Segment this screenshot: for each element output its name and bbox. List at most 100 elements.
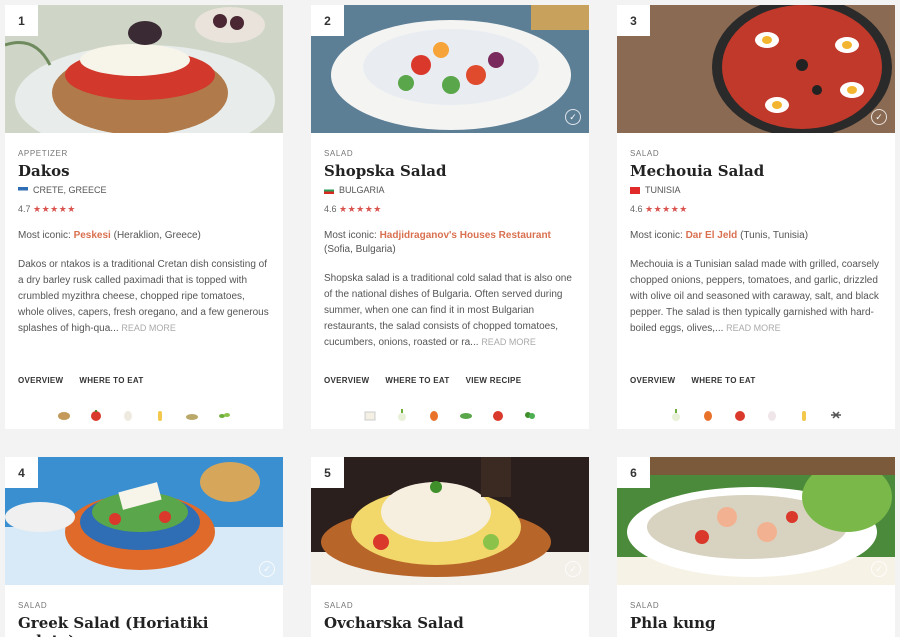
card-links: OVERVIEW WHERE TO EAT VIEW RECIPE xyxy=(324,376,521,385)
most-iconic: Most iconic: Dar El Jeld (Tunis, Tunisia… xyxy=(630,230,809,241)
rank-badge: 4 xyxy=(5,457,38,488)
read-more-link[interactable]: READ MORE xyxy=(121,323,176,333)
onion-icon[interactable] xyxy=(395,408,409,422)
rank-badge: 2 xyxy=(311,5,344,36)
rank-badge: 5 xyxy=(311,457,344,488)
category-label: SALAD xyxy=(630,601,660,610)
flag-bulgaria-icon xyxy=(324,186,334,194)
flag-tunisia-icon xyxy=(630,186,640,194)
view-recipe-link[interactable]: VIEW RECIPE xyxy=(466,376,522,385)
country-row[interactable]: CRETE, GREECE xyxy=(18,185,270,195)
where-to-eat-link[interactable]: WHERE TO EAT xyxy=(79,376,143,385)
dish-image[interactable]: 2 ✓ xyxy=(311,5,589,133)
overview-link[interactable]: OVERVIEW xyxy=(18,376,63,385)
dakos-image xyxy=(5,5,283,133)
stars-icon: ★★★★★ xyxy=(645,204,688,214)
where-to-eat-link[interactable]: WHERE TO EAT xyxy=(691,376,755,385)
cheese-icon[interactable] xyxy=(363,408,377,422)
read-more-link[interactable]: READ MORE xyxy=(481,337,536,347)
dish-title[interactable]: Shopska Salad xyxy=(324,162,576,180)
overview-link[interactable]: OVERVIEW xyxy=(630,376,675,385)
ingredients-row xyxy=(311,408,589,422)
check-icon[interactable]: ✓ xyxy=(259,561,275,577)
country-row[interactable]: TUNISIA xyxy=(630,185,882,195)
dish-description: Mechouia is a Tunisian salad made with g… xyxy=(630,259,880,334)
tomato-icon[interactable] xyxy=(491,408,505,422)
check-icon[interactable]: ✓ xyxy=(565,109,581,125)
category-label: SALAD xyxy=(324,601,354,610)
dish-description: Dakos or ntakos is a traditional Cretan … xyxy=(18,259,269,334)
rusk-icon[interactable] xyxy=(57,408,71,422)
dish-card[interactable]: 4 ✓ SALAD Greek Salad (Horiatiki salata) xyxy=(5,457,283,637)
rank-badge: 6 xyxy=(617,457,650,488)
rank-badge: 1 xyxy=(5,5,38,36)
restaurant-link[interactable]: Peskesi xyxy=(74,230,111,241)
rating: 4.7 ★★★★★ xyxy=(18,204,76,214)
dish-image[interactable]: 6 ✓ xyxy=(617,457,895,585)
parsley-icon[interactable] xyxy=(523,408,537,422)
check-icon[interactable]: ✓ xyxy=(871,109,887,125)
pepper-icon[interactable] xyxy=(701,408,715,422)
oil-icon[interactable] xyxy=(797,408,811,422)
tomato-icon[interactable] xyxy=(89,408,103,422)
dish-title[interactable]: Mechouia Salad xyxy=(630,162,882,180)
stars-icon: ★★★★★ xyxy=(339,204,382,214)
rating: 4.6 ★★★★★ xyxy=(324,204,382,214)
greek-salad-image xyxy=(5,457,283,585)
ovcharska-image xyxy=(311,457,589,585)
onion-icon[interactable] xyxy=(669,408,683,422)
card-links: OVERVIEW WHERE TO EAT xyxy=(630,376,756,385)
dish-title[interactable]: Ovcharska Salad xyxy=(324,614,576,632)
flag-greece-icon xyxy=(18,186,28,194)
dish-image[interactable]: 3 ✓ xyxy=(617,5,895,133)
read-more-link[interactable]: READ MORE xyxy=(726,323,781,333)
where-to-eat-link[interactable]: WHERE TO EAT xyxy=(385,376,449,385)
cucumber-icon[interactable] xyxy=(459,408,473,422)
dish-card[interactable]: 2 ✓ SALAD Shopska Salad BULGARIA 4.6 ★★★… xyxy=(311,5,589,429)
country-label: TUNISIA xyxy=(645,185,681,195)
rating: 4.6 ★★★★★ xyxy=(630,204,688,214)
stars-icon: ★★★★★ xyxy=(33,204,76,214)
dish-description: Shopska salad is a traditional cold sala… xyxy=(324,273,572,348)
most-iconic: Most iconic: Hadjidraganov's Houses Rest… xyxy=(324,230,551,255)
garlic-icon[interactable] xyxy=(765,408,779,422)
pepper-icon[interactable] xyxy=(427,408,441,422)
dish-title[interactable]: Greek Salad (Horiatiki salata) xyxy=(18,614,270,637)
caraway-icon[interactable] xyxy=(829,408,843,422)
rank-badge: 3 xyxy=(617,5,650,36)
country-label: CRETE, GREECE xyxy=(33,185,107,195)
mechouia-image xyxy=(617,5,895,133)
dish-image[interactable]: 4 ✓ xyxy=(5,457,283,585)
overview-link[interactable]: OVERVIEW xyxy=(324,376,369,385)
category-label: APPETIZER xyxy=(18,149,68,158)
restaurant-link[interactable]: Dar El Jeld xyxy=(686,230,738,241)
ingredients-row xyxy=(617,408,895,422)
check-icon[interactable]: ✓ xyxy=(871,561,887,577)
country-row[interactable]: BULGARIA xyxy=(324,185,576,195)
herbs-icon[interactable] xyxy=(185,408,199,422)
dish-card[interactable]: 1 APPETIZER Dakos CRETE, GREECE 4.7 ★★★★… xyxy=(5,5,283,429)
dish-image[interactable]: 1 xyxy=(5,5,283,133)
dish-grid: 1 APPETIZER Dakos CRETE, GREECE 4.7 ★★★★… xyxy=(0,0,900,637)
garlic-icon[interactable] xyxy=(121,408,135,422)
dish-card[interactable]: 6 ✓ SALAD Phla kung xyxy=(617,457,895,637)
dish-title[interactable]: Phla kung xyxy=(630,614,882,632)
restaurant-link[interactable]: Hadjidraganov's Houses Restaurant xyxy=(380,230,551,241)
dish-title[interactable]: Dakos xyxy=(18,162,270,180)
check-icon[interactable]: ✓ xyxy=(565,561,581,577)
shopska-image xyxy=(311,5,589,133)
card-links: OVERVIEW WHERE TO EAT xyxy=(18,376,144,385)
category-label: SALAD xyxy=(324,149,354,158)
tomato-icon[interactable] xyxy=(733,408,747,422)
category-label: SALAD xyxy=(630,149,660,158)
ingredients-row xyxy=(5,408,283,422)
dish-card[interactable]: 5 ✓ SALAD Ovcharska Salad xyxy=(311,457,589,637)
most-iconic: Most iconic: Peskesi (Heraklion, Greece) xyxy=(18,230,201,241)
dish-image[interactable]: 5 ✓ xyxy=(311,457,589,585)
phla-kung-image xyxy=(617,457,895,585)
oil-icon[interactable] xyxy=(153,408,167,422)
country-label: BULGARIA xyxy=(339,185,385,195)
oregano-icon[interactable] xyxy=(217,408,231,422)
dish-card[interactable]: 3 ✓ SALAD Mechouia Salad TUNISIA 4.6 ★★★… xyxy=(617,5,895,429)
category-label: SALAD xyxy=(18,601,48,610)
